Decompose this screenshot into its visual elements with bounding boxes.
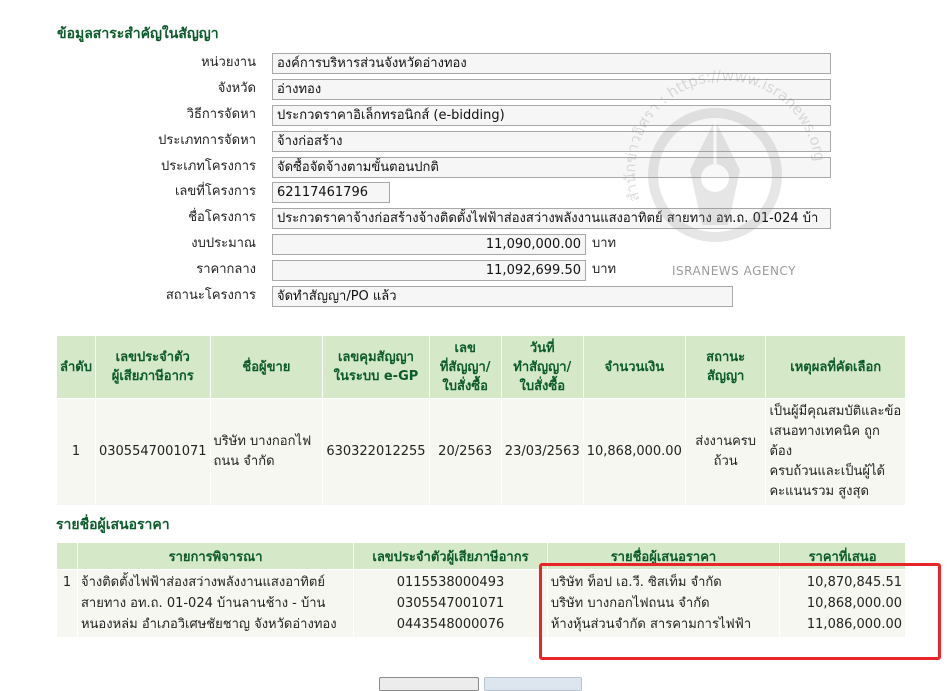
budget-unit: บาท [592,236,617,251]
award-date: 23/03/2563 [501,399,583,505]
bidder-header-item: รายการพิจารณา [77,543,354,569]
bidder-header-tax-id: เลขประจำตัวผู้เสียภาษีอากร [354,543,547,569]
award-tax-id: 0305547001071 [95,399,210,505]
median-price-unit: บาท [592,262,617,277]
median-price-field: 11,092,699.50 [272,260,586,281]
bidder-header-no [57,543,77,569]
award-header-vendor: ชื่อผู้ขาย [210,336,323,398]
agency-field: องค์การบริหารส่วนจังหวัดอ่างทอง [272,53,831,74]
field-label: จังหวัด [217,81,256,96]
award-egp-no: 630322012255 [323,399,429,505]
award-header-reason: เหตุผลที่คัดเลือก [766,336,905,398]
award-header-egp: เลขคุมสัญญา ในระบบ e-GP [323,336,429,398]
field-label: งบประมาณ [191,236,256,251]
award-header-amount: จำนวนเงิน [583,336,685,398]
watermark-agency-text: ISRANEWS AGENCY [672,264,796,278]
award-reason: เป็นผู้มีคุณสมบัติและข้อ เสนอทางเทคนิค ถู… [766,399,905,505]
bottom-button-right[interactable] [484,677,582,691]
award-header-no: ลำดับ [57,336,95,398]
award-table: ลำดับ เลขประจำตัว ผู้เสียภาษีอากร ชื่อผู้… [56,335,906,506]
bidders-title: รายชื่อผู้เสนอราคา [56,517,170,533]
budget-field: 11,090,000.00 [272,234,586,255]
province-field: อ่างทอง [272,79,831,100]
field-label: ราคากลาง [196,262,256,277]
table-row: 1 0305547001071 บริษัท บางกอกไฟ ถนน จำกัด… [57,399,905,505]
contract-info-title: ข้อมูลสาระสำคัญในสัญญา [57,26,219,42]
field-label: วิธีการจัดหา [186,107,256,122]
project-no-field: 62117461796 [272,182,390,203]
procurement-type-field: จ้างก่อสร้าง [272,131,831,152]
award-contract-no: 20/2563 [429,399,501,505]
field-label: สถานะโครงการ [165,288,256,303]
bottom-button-left[interactable] [379,677,479,691]
award-header-contract-no: เลข ที่สัญญา/ใบสั่งซื้อ [429,336,501,398]
award-status: ส่งงานครบ ถ้วน [685,399,766,505]
field-label: หน่วยงาน [201,55,256,70]
bidder-no: 1 [57,570,77,637]
award-amount: 10,868,000.00 [583,399,685,505]
award-header-date: วันที่ ทำสัญญา/ใบสั่งซื้อ [501,336,583,398]
bidder-item: จ้างติดตั้งไฟฟ้าส่องสว่างพลังงานแสงอาทิต… [77,570,354,637]
field-label: ประเภทโครงการ [161,159,256,174]
award-vendor: บริษัท บางกอกไฟ ถนน จำกัด [210,399,323,505]
field-label: ประเภทการจัดหา [158,133,256,148]
field-label: ชื่อโครงการ [188,210,256,225]
project-status-field: จัดทำสัญญา/PO แล้ว [272,286,733,307]
bidder-tax-ids: 0115538000493 0305547001071 0443548000076 [354,570,547,637]
award-no: 1 [57,399,95,505]
method-field: ประกวดราคาอิเล็กทรอนิกส์ (e-bidding) [272,105,831,126]
red-highlight-box [539,563,941,660]
field-label: เลขที่โครงการ [174,184,256,199]
project-name-field: ประกวดราคาจ้างก่อสร้างจ้างติดตั้งไฟฟ้าส่… [272,208,831,229]
award-header-status: สถานะ สัญญา [685,336,766,398]
project-type-field: จัดซื้อจัดจ้างตามขั้นตอนปกติ [272,157,831,178]
award-header-tax-id: เลขประจำตัว ผู้เสียภาษีอากร [95,336,210,398]
